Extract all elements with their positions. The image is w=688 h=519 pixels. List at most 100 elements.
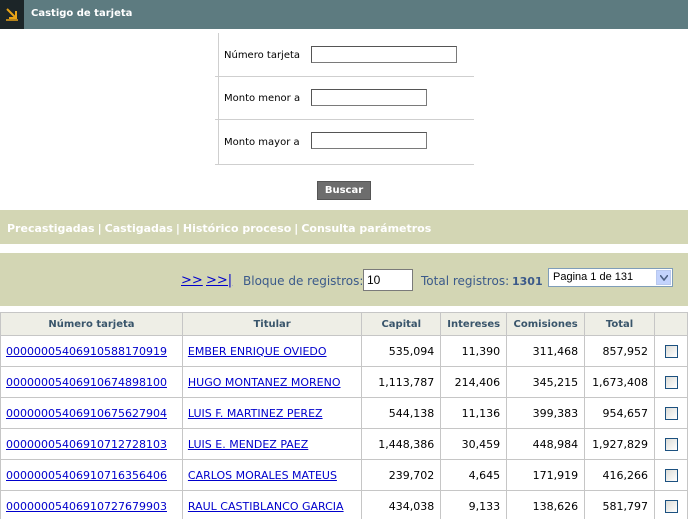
col-holder[interactable]: Titular bbox=[181, 312, 363, 336]
amount-less-label: Monto menor a bbox=[224, 93, 301, 104]
commissions-cell: 448,984 bbox=[506, 428, 586, 460]
form-divider bbox=[215, 76, 474, 77]
form-divider bbox=[215, 119, 474, 120]
col-commissions[interactable]: Comisiones bbox=[506, 312, 586, 336]
holder-link[interactable]: LUIS F. MARTINEZ PEREZ bbox=[183, 407, 323, 420]
total-cell: 857,952 bbox=[584, 335, 656, 367]
select-cell bbox=[654, 335, 688, 367]
table-row: 00000005406910675627904 LUIS F. MARTINEZ … bbox=[0, 397, 688, 429]
card-number-cell: 00000005406910674898100 bbox=[0, 366, 183, 398]
form-divider bbox=[215, 164, 474, 165]
amount-greater-label: Monto mayor a bbox=[224, 137, 300, 148]
nav-separator: | bbox=[294, 222, 299, 235]
block-label: Bloque de registros: bbox=[243, 274, 364, 288]
holder-cell: CARLOS MORALES MATEUS bbox=[181, 459, 363, 491]
card-number-input[interactable] bbox=[311, 46, 457, 63]
commissions-cell: 171,919 bbox=[506, 459, 586, 491]
nav-castigadas[interactable]: Castigadas bbox=[105, 222, 173, 235]
total-count: 1301 bbox=[512, 275, 543, 288]
page-select-value: Pagina 1 de 131 bbox=[553, 271, 634, 283]
table-row: 00000005406910716356406 CARLOS MORALES MA… bbox=[0, 459, 688, 491]
col-select bbox=[654, 312, 688, 336]
card-number-link[interactable]: 00000005406910716356406 bbox=[1, 469, 167, 482]
holder-cell: EMBER ENRIQUE OVIEDO bbox=[181, 335, 363, 367]
row-checkbox[interactable] bbox=[664, 437, 678, 451]
chevron-down-icon[interactable] bbox=[656, 270, 671, 285]
holder-link[interactable]: CARLOS MORALES MATEUS bbox=[183, 469, 337, 482]
row-checkbox[interactable] bbox=[664, 406, 678, 420]
page-title: Castigo de tarjeta bbox=[31, 8, 133, 19]
select-cell bbox=[654, 397, 688, 429]
pagination-bar: >> >>| Bloque de registros: Total regist… bbox=[0, 253, 688, 306]
row-checkbox[interactable] bbox=[664, 375, 678, 389]
table-row: 00000005406910727679903 RAUL CASTIBLANCO … bbox=[0, 490, 688, 519]
arrow-down-right-icon bbox=[0, 0, 24, 29]
commissions-cell: 138,626 bbox=[506, 490, 586, 519]
table-row: 00000005406910674898100 HUGO MONTANEZ MOR… bbox=[0, 366, 688, 398]
total-label: Total registros: bbox=[421, 274, 510, 288]
interest-cell: 214,406 bbox=[440, 366, 508, 398]
capital-cell: 535,094 bbox=[361, 335, 442, 367]
form-divider bbox=[218, 33, 219, 165]
interest-cell: 30,459 bbox=[440, 428, 508, 460]
nav-historico-proceso[interactable]: Histórico proceso bbox=[183, 222, 291, 235]
search-button[interactable]: Buscar bbox=[317, 181, 371, 200]
next-page-link[interactable]: >> bbox=[181, 273, 203, 288]
card-number-cell: 00000005406910588170919 bbox=[0, 335, 183, 367]
col-interest[interactable]: Intereses bbox=[440, 312, 508, 336]
select-cell bbox=[654, 459, 688, 491]
select-cell bbox=[654, 428, 688, 460]
nav-separator: | bbox=[97, 222, 102, 235]
nav-consulta-parametros[interactable]: Consulta parámetros bbox=[301, 222, 431, 235]
interest-cell: 9,133 bbox=[440, 490, 508, 519]
total-cell: 416,266 bbox=[584, 459, 656, 491]
capital-cell: 1,448,386 bbox=[361, 428, 442, 460]
commissions-cell: 345,215 bbox=[506, 366, 586, 398]
holder-link[interactable]: RAUL CASTIBLANCO GARCIA bbox=[183, 500, 344, 513]
col-total[interactable]: Total bbox=[584, 312, 656, 336]
title-bar: Castigo de tarjeta bbox=[0, 0, 688, 29]
card-number-link[interactable]: 00000005406910674898100 bbox=[1, 376, 167, 389]
col-capital[interactable]: Capital bbox=[361, 312, 442, 336]
results-table: Número tarjeta Titular Capital Intereses… bbox=[0, 312, 688, 519]
table-header-row: Número tarjeta Titular Capital Intereses… bbox=[0, 312, 688, 336]
table-row: 00000005406910712728103 LUIS E. MENDEZ PA… bbox=[0, 428, 688, 460]
interest-cell: 11,136 bbox=[440, 397, 508, 429]
card-number-link[interactable]: 00000005406910712728103 bbox=[1, 438, 167, 451]
card-number-cell: 00000005406910712728103 bbox=[0, 428, 183, 460]
page-select[interactable]: Pagina 1 de 131 bbox=[548, 268, 673, 287]
commissions-cell: 311,468 bbox=[506, 335, 586, 367]
total-cell: 1,673,408 bbox=[584, 366, 656, 398]
capital-cell: 1,113,787 bbox=[361, 366, 442, 398]
search-form: Número tarjeta Monto menor a Monto mayor… bbox=[215, 33, 474, 165]
col-card-number[interactable]: Número tarjeta bbox=[0, 312, 183, 336]
holder-link[interactable]: LUIS E. MENDEZ PAEZ bbox=[183, 438, 308, 451]
interest-cell: 11,390 bbox=[440, 335, 508, 367]
table-row: 00000005406910588170919 EMBER ENRIQUE OVI… bbox=[0, 335, 688, 367]
section-nav: Precastigadas | Castigadas | Histórico proce… bbox=[0, 210, 688, 244]
last-page-link[interactable]: >>| bbox=[206, 273, 232, 288]
select-cell bbox=[654, 490, 688, 519]
capital-cell: 239,702 bbox=[361, 459, 442, 491]
amount-greater-input[interactable] bbox=[311, 132, 427, 149]
capital-cell: 544,138 bbox=[361, 397, 442, 429]
holder-cell: RAUL CASTIBLANCO GARCIA bbox=[181, 490, 363, 519]
card-number-cell: 00000005406910716356406 bbox=[0, 459, 183, 491]
select-cell bbox=[654, 366, 688, 398]
card-number-cell: 00000005406910727679903 bbox=[0, 490, 183, 519]
card-number-label: Número tarjeta bbox=[224, 50, 301, 61]
row-checkbox[interactable] bbox=[664, 468, 678, 482]
card-number-link[interactable]: 00000005406910675627904 bbox=[1, 407, 167, 420]
row-checkbox[interactable] bbox=[664, 499, 678, 513]
holder-link[interactable]: HUGO MONTANEZ MORENO bbox=[183, 376, 341, 389]
card-number-link[interactable]: 00000005406910588170919 bbox=[1, 345, 167, 358]
card-number-link[interactable]: 00000005406910727679903 bbox=[1, 500, 167, 513]
holder-cell: HUGO MONTANEZ MORENO bbox=[181, 366, 363, 398]
nav-precastigadas[interactable]: Precastigadas bbox=[7, 222, 95, 235]
amount-less-input[interactable] bbox=[311, 89, 427, 106]
total-cell: 581,797 bbox=[584, 490, 656, 519]
row-checkbox[interactable] bbox=[664, 344, 678, 358]
block-size-input[interactable] bbox=[363, 269, 413, 291]
total-cell: 1,927,829 bbox=[584, 428, 656, 460]
holder-link[interactable]: EMBER ENRIQUE OVIEDO bbox=[183, 345, 327, 358]
